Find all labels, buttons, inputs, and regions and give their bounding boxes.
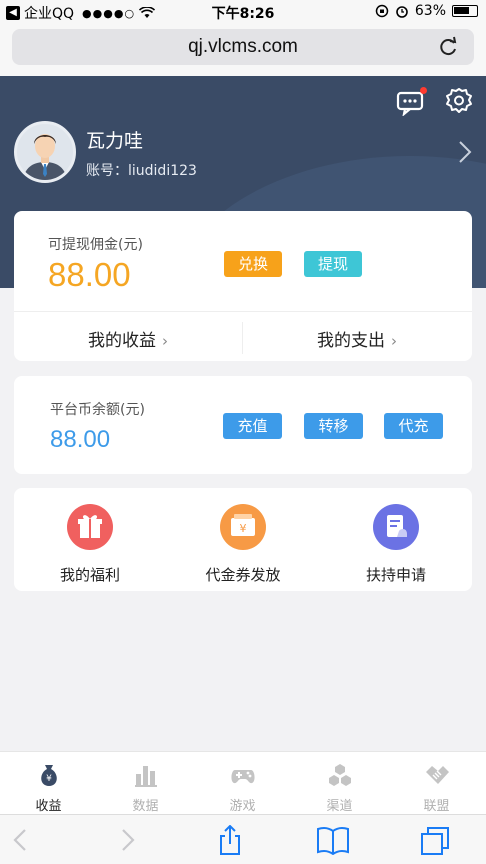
back-arrow-icon[interactable] [4,825,38,855]
tab-channels-label: 渠道 [326,799,353,814]
browser-toolbar [0,814,486,864]
voucher-issue-label: 代金券发放 [205,566,281,584]
my-welfare-item[interactable]: 我的福利 [30,504,150,585]
svg-text:¥: ¥ [240,522,247,535]
status-bar: ◀ 企业QQ ●●●●○ 下午8:26 63% [0,0,486,24]
voucher-icon: ¥ [220,504,266,550]
exchange-button[interactable]: 兑换 [224,251,282,277]
battery-icon [452,5,478,17]
handshake-icon [425,766,449,784]
hexagons-icon [328,764,351,786]
my-income-label: 我的收益 [88,331,156,351]
proxy-recharge-button[interactable]: 代充 [384,413,443,439]
application-icon [373,504,419,550]
platform-balance-amount: 88.00 [50,426,111,453]
tab-income-label: 收益 [35,799,62,814]
share-icon[interactable] [213,825,247,855]
avatar[interactable] [14,121,76,183]
features-card: 我的福利 ¥ 代金券发放 扶持申请 [14,488,472,591]
platform-balance-label: 平台币余额(元) [50,402,145,418]
divider [14,311,472,312]
chevron-right-icon: › [391,332,397,350]
money-bag-icon: ¥ [40,765,57,786]
tabs-icon[interactable] [418,825,452,855]
forward-arrow-icon[interactable] [110,825,144,855]
voucher-issue-item[interactable]: ¥ 代金券发放 [183,504,303,585]
rotation-lock-icon [375,4,389,18]
tab-games[interactable]: 游戏 [194,752,291,815]
bottom-tab-bar: ¥ 收益 数据 游戏 渠道 联盟 [0,751,486,814]
recharge-button[interactable]: 充值 [223,413,282,439]
chevron-right-icon[interactable] [458,140,472,164]
tab-channels[interactable]: 渠道 [291,752,388,815]
reload-icon[interactable] [434,29,464,65]
svg-text:¥: ¥ [46,774,52,784]
my-welfare-label: 我的福利 [59,566,120,584]
alarm-icon [396,6,408,18]
message-icon[interactable] [396,86,427,117]
my-expense-link[interactable]: 我的支出 › [317,326,397,351]
my-expense-label: 我的支出 [317,331,385,351]
tab-alliance[interactable]: 联盟 [388,752,485,815]
unread-badge [420,87,427,94]
url-text: qj.vlcms.com [188,36,298,57]
bar-chart-icon [134,766,157,787]
support-application-label: 扶持申请 [365,566,426,584]
gift-icon [67,504,113,550]
settings-gear-icon[interactable] [444,86,474,116]
battery-percent: 63% [414,3,446,19]
gamepad-icon [230,770,255,784]
chevron-right-icon: › [162,332,168,350]
tab-games-label: 游戏 [229,799,256,814]
support-application-item[interactable]: 扶持申请 [336,504,456,585]
tab-data-label: 数据 [132,799,159,814]
commission-label: 可提现佣金(元) [48,237,143,253]
commission-card: 可提现佣金(元) 88.00 兑换 提现 我的收益 › 我的支出 › [14,211,472,361]
tab-data[interactable]: 数据 [97,752,194,815]
tab-alliance-label: 联盟 [423,799,450,814]
platform-balance-card: 平台币余额(元) 88.00 充值 转移 代充 [14,376,472,474]
commission-amount: 88.00 [48,256,131,293]
bookmarks-icon[interactable] [316,825,350,855]
withdraw-button[interactable]: 提现 [304,251,362,277]
transfer-button[interactable]: 转移 [304,413,363,439]
browser-address-bar: qj.vlcms.com [0,24,486,76]
tab-income[interactable]: ¥ 收益 [0,752,97,815]
divider [242,322,243,354]
username: 瓦力哇 [86,130,144,152]
account-id: 账号：liudidi123 [86,163,197,179]
url-field[interactable]: qj.vlcms.com [12,29,474,65]
my-income-link[interactable]: 我的收益 › [88,326,168,351]
